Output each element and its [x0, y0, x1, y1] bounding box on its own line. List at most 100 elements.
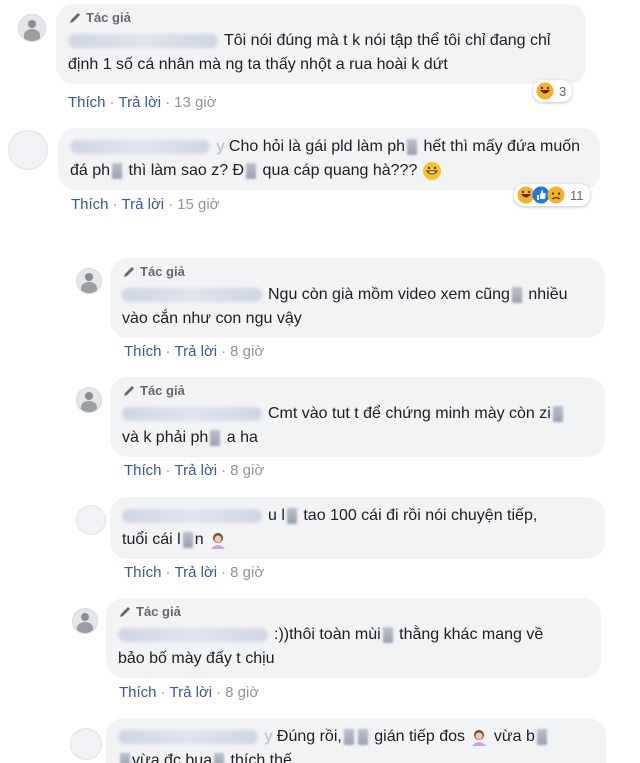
separator: ·	[216, 684, 222, 701]
comment-text: :))thôi toàn mùi	[274, 626, 381, 643]
comment-text: gián tiếp đos	[369, 728, 466, 745]
comment-text: Cho hỏi là gái pld làm ph	[228, 138, 406, 155]
reply-button[interactable]: Trả lời	[119, 94, 162, 111]
censor-blur	[182, 531, 193, 548]
commenter-name[interactable]	[122, 508, 262, 523]
author-badge-label: Tác giả	[86, 10, 131, 25]
author-badge-label: Tác giả	[140, 264, 185, 279]
avatar[interactable]	[70, 728, 102, 760]
comment-text: tuổi cái l	[122, 531, 181, 548]
author-badge: Tác giả	[122, 383, 593, 399]
commenter-name[interactable]	[118, 729, 258, 744]
comment-text: qua cáp quang hà???	[258, 162, 418, 179]
commenter-name[interactable]	[68, 33, 218, 48]
pen-icon	[124, 267, 134, 277]
comment-text: thì làm sao z? Đ	[124, 162, 245, 179]
comment-text: Đúng rồi,	[276, 728, 342, 745]
avatar[interactable]	[76, 505, 106, 535]
censor-blur	[286, 507, 297, 524]
like-button[interactable]: Thích	[119, 684, 157, 701]
reply-button[interactable]: Trả lời	[175, 462, 218, 479]
avatar[interactable]	[76, 387, 102, 413]
hand-emoji	[472, 729, 487, 746]
comment-actions: Thích · Trả lời · 13 giờ	[68, 94, 217, 111]
like-button[interactable]: Thích	[124, 564, 162, 581]
commenter-name-visible: y	[264, 728, 273, 745]
pen-icon	[70, 13, 80, 23]
comment-text: vừa đc bua	[132, 752, 213, 763]
avatar[interactable]	[8, 130, 48, 170]
separator: ·	[221, 564, 227, 581]
author-badge: Tác giả	[122, 264, 593, 280]
like-button[interactable]: Thích	[124, 462, 162, 479]
timestamp[interactable]: 8 giờ	[225, 684, 259, 701]
comment-actions: Thích · Trả lời · 8 giờ	[124, 343, 264, 360]
author-badge: Tác giả	[118, 604, 589, 620]
comment-text: tao 100 cái đi rồi nói chuyện tiếp,	[298, 507, 538, 524]
comment-bubble: y Cho hỏi là gái pld làm ph hết thì mấy đ…	[58, 128, 600, 190]
commenter-name[interactable]	[122, 287, 262, 302]
reply-button[interactable]: Trả lời	[175, 564, 218, 581]
separator: ·	[221, 343, 227, 360]
haha-emoji	[536, 82, 554, 100]
timestamp[interactable]: 8 giờ	[230, 564, 264, 581]
avatar[interactable]	[76, 268, 102, 294]
comment-bubble: Tác giả Tôi nói đúng mà t k nói tập thể …	[56, 4, 586, 84]
reaction-count: 11	[570, 187, 584, 203]
reaction-summary[interactable]: 11	[514, 184, 590, 206]
like-button[interactable]: Thích	[71, 196, 109, 213]
grin-emoji	[422, 161, 441, 180]
censor-blur	[210, 429, 221, 446]
avatar[interactable]	[18, 14, 46, 42]
reply-button[interactable]: Trả lời	[175, 343, 218, 360]
comment-text: n	[194, 531, 204, 548]
like-button[interactable]: Thích	[124, 343, 162, 360]
separator: ·	[165, 94, 171, 111]
comment-bubble: Tác giả Cmt vào tut t để chứng minh mày …	[110, 377, 605, 457]
comment-bubble: Tác giả :))thôi toàn mùi thằng khác mang…	[106, 598, 601, 678]
censor-blur	[343, 728, 354, 745]
comment-text: và k phải ph	[122, 429, 209, 446]
timestamp[interactable]: 15 giờ	[177, 196, 219, 213]
like-button[interactable]: Thích	[68, 94, 106, 111]
separator: ·	[165, 343, 171, 360]
separator: ·	[221, 462, 227, 479]
comment-text: thằng khác mang về	[394, 626, 544, 643]
commenter-name[interactable]	[122, 406, 262, 421]
separator: ·	[168, 196, 174, 213]
timestamp[interactable]: 8 giờ	[230, 462, 264, 479]
separator: ·	[109, 94, 115, 111]
commenter-name[interactable]	[70, 139, 210, 154]
censor-blur	[214, 752, 225, 763]
comment-text: u l	[268, 507, 285, 524]
censor-blur	[552, 405, 563, 422]
censor-blur	[246, 162, 257, 179]
separator: ·	[112, 196, 118, 213]
pen-icon	[124, 386, 134, 396]
censor-blur	[357, 728, 368, 745]
reply-button[interactable]: Trả lời	[170, 684, 213, 701]
comment-text: Ngu còn già mồm video xem cũng	[268, 286, 510, 303]
commenter-name[interactable]	[118, 627, 268, 642]
author-badge: Tác giả	[68, 10, 574, 26]
reaction-count: 3	[559, 83, 567, 99]
comment-text: a ha	[222, 429, 258, 446]
censor-blur	[382, 626, 393, 643]
timestamp[interactable]: 8 giờ	[230, 343, 264, 360]
censor-blur	[407, 138, 418, 155]
comment-actions: Thích · Trả lời · 8 giờ	[119, 684, 259, 701]
censor-blur	[511, 286, 522, 303]
comment-bubble: y Đúng rồi, gián tiếp đos vừa b vừa đc bu…	[106, 718, 606, 763]
separator: ·	[160, 684, 166, 701]
comment-text: vừa b	[489, 728, 535, 745]
commenter-name-visible: y	[216, 138, 225, 155]
timestamp[interactable]: 13 giờ	[174, 94, 216, 111]
reaction-summary[interactable]: 3	[533, 80, 573, 102]
sad-reaction-icon	[547, 186, 565, 204]
comment-actions: Thích · Trả lời · 8 giờ	[124, 462, 264, 479]
comment-actions: Thích · Trả lời · 15 giờ	[71, 196, 220, 213]
avatar[interactable]	[72, 608, 98, 634]
separator: ·	[165, 462, 171, 479]
comment-bubble: Tác giả Ngu còn già mồm video xem cũng n…	[110, 258, 605, 338]
reply-button[interactable]: Trả lời	[122, 196, 165, 213]
